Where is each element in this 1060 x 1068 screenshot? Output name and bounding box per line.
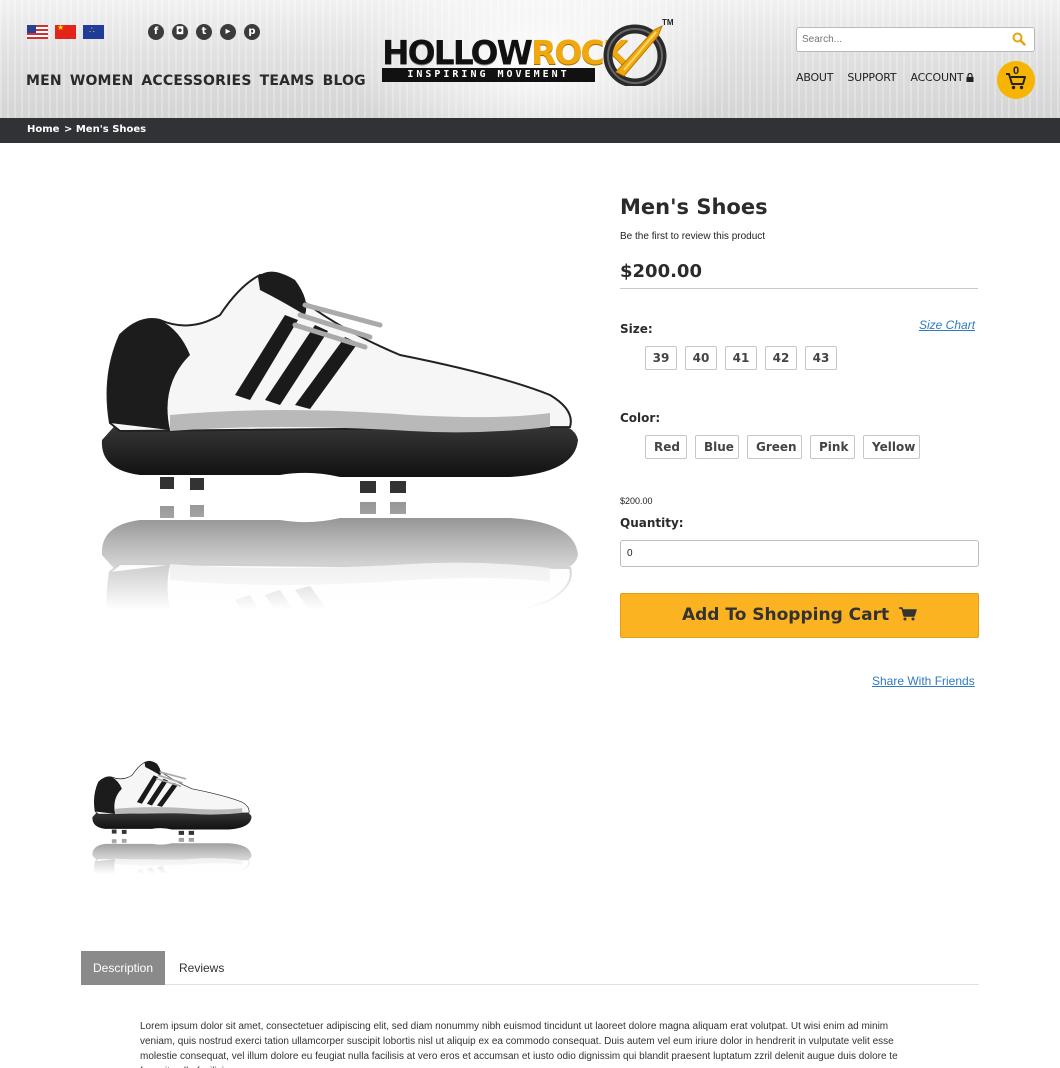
color-label: Color: bbox=[620, 411, 661, 425]
breadcrumb-current: > Men's Shoes bbox=[64, 124, 147, 135]
shopping-cart-icon bbox=[1006, 73, 1026, 90]
color-option-pink[interactable]: Pink bbox=[810, 435, 855, 459]
size-option[interactable]: 43 bbox=[805, 346, 837, 370]
product-price: $200.00 bbox=[620, 261, 702, 282]
size-option[interactable]: 42 bbox=[765, 346, 797, 370]
nav-support[interactable]: SUPPORT bbox=[847, 71, 896, 84]
quantity-label: Quantity: bbox=[620, 516, 684, 530]
cart-button[interactable]: 0 bbox=[997, 61, 1035, 99]
language-flags bbox=[27, 25, 104, 39]
size-option[interactable]: 40 bbox=[685, 346, 717, 370]
divider bbox=[620, 288, 978, 289]
nav-blog[interactable]: BLOG bbox=[323, 73, 366, 89]
main-nav: MEN WOMEN ACCESSORIES TEAMS BLOG bbox=[26, 73, 366, 89]
cart-icon bbox=[899, 607, 917, 621]
size-option[interactable]: 39 bbox=[645, 346, 677, 370]
instagram-icon[interactable]: ◘ bbox=[172, 24, 188, 40]
nav-account-label: ACCOUNT bbox=[910, 71, 964, 84]
size-options: 39 40 41 42 43 bbox=[645, 346, 837, 370]
product-main-image[interactable] bbox=[80, 245, 600, 610]
tab-description[interactable]: Description bbox=[81, 951, 165, 985]
review-prompt[interactable]: Be the first to review this product bbox=[620, 231, 765, 242]
search-box bbox=[796, 27, 1035, 52]
logo-ring-icon bbox=[603, 24, 667, 86]
top-nav: ABOUT SUPPORT ACCOUNT bbox=[796, 71, 974, 84]
twitter-icon[interactable]: t bbox=[196, 24, 212, 40]
social-links: f ◘ t ▸ p bbox=[148, 24, 260, 40]
color-option-yellow[interactable]: Yellow bbox=[863, 435, 920, 459]
us-flag-icon[interactable] bbox=[27, 25, 48, 39]
breadcrumb: Home > Men's Shoes bbox=[0, 118, 1060, 143]
nav-about[interactable]: ABOUT bbox=[796, 71, 834, 84]
nav-women[interactable]: WOMEN bbox=[70, 73, 134, 89]
nav-account[interactable]: ACCOUNT bbox=[910, 71, 974, 84]
color-option-green[interactable]: Green bbox=[747, 435, 802, 459]
site-header: f ◘ t ▸ p MEN WOMEN ACCESSORIES TEAMS BL… bbox=[0, 0, 1060, 118]
add-to-cart-label: Add To Shopping Cart bbox=[681, 605, 890, 625]
eu-flag-icon[interactable] bbox=[83, 25, 104, 39]
breadcrumb-home[interactable]: Home bbox=[27, 124, 59, 135]
logo-tagline: INSPIRING MOVEMENT bbox=[382, 68, 595, 82]
nav-men[interactable]: MEN bbox=[26, 73, 62, 89]
cn-flag-icon[interactable] bbox=[55, 25, 76, 39]
search-icon[interactable] bbox=[1012, 32, 1026, 46]
unit-price: $200.00 bbox=[620, 496, 653, 506]
product-title: Men's Shoes bbox=[620, 195, 768, 219]
facebook-icon[interactable]: f bbox=[148, 24, 164, 40]
color-option-blue[interactable]: Blue bbox=[695, 435, 739, 459]
lock-icon bbox=[966, 73, 974, 82]
product-tabs: Description Reviews bbox=[81, 951, 979, 985]
description-text: Lorem ipsum dolor sit amet, consectetuer… bbox=[140, 1021, 898, 1068]
color-option-red[interactable]: Red bbox=[645, 435, 687, 459]
logo-trademark: TM bbox=[662, 18, 674, 27]
pinterest-icon[interactable]: p bbox=[244, 24, 260, 40]
share-link[interactable]: Share With Friends bbox=[872, 674, 975, 688]
youtube-icon[interactable]: ▸ bbox=[220, 24, 236, 40]
nav-accessories[interactable]: ACCESSORIES bbox=[141, 73, 251, 89]
nav-teams[interactable]: TEAMS bbox=[260, 73, 315, 89]
tab-reviews[interactable]: Reviews bbox=[167, 951, 236, 985]
add-to-cart-button[interactable]: Add To Shopping Cart bbox=[620, 593, 979, 638]
logo-wordmark: HOLLOWROCK bbox=[382, 33, 628, 72]
site-logo[interactable]: HOLLOWROCK INSPIRING MOVEMENT TM bbox=[380, 18, 680, 96]
color-options: Red Blue Green Pink Yellow bbox=[645, 435, 920, 459]
product-thumbnail[interactable] bbox=[82, 752, 262, 874]
size-chart-link[interactable]: Size Chart bbox=[919, 318, 975, 332]
quantity-input[interactable]: 0 bbox=[620, 540, 979, 567]
size-option[interactable]: 41 bbox=[725, 346, 757, 370]
search-input[interactable] bbox=[797, 28, 997, 51]
size-label: Size: bbox=[620, 322, 653, 336]
